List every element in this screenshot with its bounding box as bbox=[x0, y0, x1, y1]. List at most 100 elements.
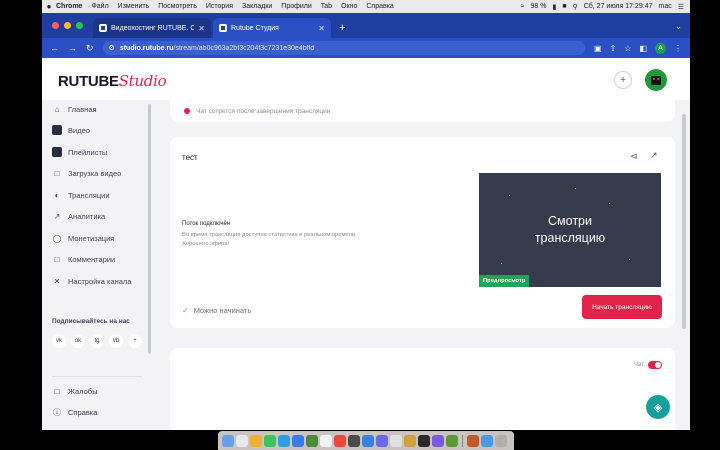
sidebar-scrollbar[interactable] bbox=[148, 104, 151, 354]
menu-bookmarks[interactable]: Закладки bbox=[242, 3, 272, 10]
sidebar-item-complaints[interactable]: □ Жалобы bbox=[52, 384, 98, 398]
dock-app-icon[interactable] bbox=[390, 434, 402, 447]
dock-app-icon[interactable] bbox=[362, 434, 374, 447]
sidebar-item-channel-settings[interactable]: ✕ Настройка канала bbox=[52, 274, 132, 288]
dock-app-icon[interactable] bbox=[446, 434, 458, 447]
sidebar-item-help[interactable]: ⓘ Справка bbox=[52, 405, 97, 419]
alert-icon bbox=[184, 108, 190, 114]
dock-app-icon[interactable] bbox=[292, 434, 304, 447]
menu-window[interactable]: Окно bbox=[341, 3, 357, 10]
vk-link[interactable]: vk bbox=[52, 334, 66, 348]
menu-view[interactable]: Посмотреть bbox=[158, 3, 197, 10]
menu-history[interactable]: История bbox=[206, 3, 233, 10]
clock-text[interactable]: Сб, 27 июля 17:29:47 bbox=[584, 3, 653, 10]
dock-app-icon[interactable] bbox=[306, 434, 318, 447]
wifi-icon[interactable]: ≈ bbox=[521, 3, 525, 10]
dock-app-icon[interactable] bbox=[348, 434, 360, 447]
dock-app-icon[interactable] bbox=[222, 434, 234, 447]
dock-app-icon[interactable] bbox=[432, 434, 444, 447]
dock-app-icon[interactable] bbox=[467, 434, 479, 447]
ok-link[interactable]: ok bbox=[71, 334, 85, 348]
dock-app-icon[interactable] bbox=[320, 434, 332, 447]
sidebar-item-playlists[interactable]: Плейлисты bbox=[52, 145, 107, 159]
dock-app-icon[interactable] bbox=[376, 434, 388, 447]
noise-speck bbox=[509, 195, 510, 196]
creeper-face-icon bbox=[651, 76, 661, 85]
rutube-favicon-icon bbox=[219, 24, 227, 32]
dock-app-icon[interactable] bbox=[250, 434, 262, 447]
sidebar-item-label: Видео bbox=[68, 125, 90, 135]
user-avatar[interactable] bbox=[645, 69, 667, 91]
dock-app-icon[interactable] bbox=[334, 434, 346, 447]
menu-help[interactable]: Справка bbox=[366, 3, 393, 10]
noise-speck bbox=[629, 259, 630, 260]
stream-title: тест bbox=[182, 153, 198, 162]
translate-icon[interactable]: ▣ bbox=[594, 44, 602, 53]
zoom-window-button[interactable] bbox=[76, 22, 83, 29]
more-menu-icon[interactable]: ⋮ bbox=[674, 44, 682, 53]
dock-app-icon[interactable] bbox=[236, 434, 248, 447]
dock-app-icon[interactable] bbox=[264, 434, 276, 447]
apple-icon[interactable]: ● bbox=[42, 2, 56, 11]
back-icon[interactable]: ← bbox=[50, 43, 59, 53]
tab-search-icon[interactable]: ⌄ bbox=[675, 22, 690, 38]
minimize-window-button[interactable] bbox=[64, 22, 71, 29]
sidebar-item-monetization[interactable]: ◯ Монетизация bbox=[52, 231, 115, 245]
home-icon: ⌂ bbox=[54, 104, 60, 114]
menubar-status: ≈ 98 % ▮ ■ ⚲ Сб, 27 июля 17:29:47 mac ☰ bbox=[521, 3, 690, 11]
broadcast-icon: ◐ bbox=[54, 190, 60, 200]
sidebar-item-analytics[interactable]: ↗ Аналитика bbox=[52, 209, 105, 223]
more-social-link[interactable]: + bbox=[128, 334, 142, 348]
sidebar-item-comments[interactable]: □ Комментарии bbox=[52, 252, 116, 266]
open-external-icon[interactable]: ↗ bbox=[650, 150, 658, 161]
menu-edit[interactable]: Изменить bbox=[118, 3, 150, 10]
flag-icon[interactable]: ■ bbox=[562, 3, 566, 10]
chat-toggle[interactable] bbox=[648, 361, 662, 369]
viber-link[interactable]: vb bbox=[109, 334, 123, 348]
sidebar-item-video[interactable]: Видео bbox=[52, 123, 90, 137]
site-info-icon[interactable]: ⚙ bbox=[109, 44, 115, 52]
sidebar-item-home[interactable]: ⌂ Главная bbox=[52, 102, 97, 116]
user-name[interactable]: mac bbox=[658, 3, 671, 10]
dock-app-icon[interactable] bbox=[481, 434, 493, 447]
profile-avatar[interactable]: A bbox=[655, 42, 666, 54]
menu-tab[interactable]: Tab bbox=[321, 3, 332, 10]
menu-file[interactable]: Файл bbox=[91, 3, 108, 10]
share-icon[interactable]: ⇧ bbox=[610, 44, 617, 53]
create-button[interactable]: + bbox=[614, 71, 632, 89]
page-scrollbar[interactable] bbox=[682, 114, 686, 329]
dock-app-icon[interactable] bbox=[495, 434, 507, 447]
telegram-link[interactable]: tg bbox=[90, 334, 104, 348]
battery-text[interactable]: 98 % bbox=[531, 3, 547, 10]
url-host: studio.rutube.ru bbox=[119, 44, 174, 52]
menu-chrome[interactable]: Chrome bbox=[56, 3, 82, 10]
rutube-studio-logo[interactable]: RUTUBEStudio bbox=[58, 72, 167, 90]
stream-card: тест ⊲ ↗ Поток подключён Во время трансл… bbox=[170, 137, 675, 328]
reload-icon[interactable]: ↻ bbox=[86, 43, 94, 54]
search-icon[interactable]: ⚲ bbox=[573, 3, 578, 11]
dock-app-icon[interactable] bbox=[418, 434, 430, 447]
stream-preview[interactable]: Смотри трансляцию Предпросмотр bbox=[479, 173, 661, 287]
new-tab-button[interactable]: + bbox=[333, 22, 345, 38]
close-tab-icon[interactable]: ✕ bbox=[198, 24, 205, 33]
control-center-icon[interactable]: ☰ bbox=[678, 3, 684, 11]
sidebar-item-broadcasts[interactable]: ◐ Трансляции bbox=[52, 188, 110, 202]
support-button[interactable]: ◈ bbox=[646, 395, 670, 419]
noise-speck bbox=[501, 263, 502, 264]
forward-icon[interactable]: → bbox=[68, 43, 77, 53]
ready-label: Можно начинать bbox=[193, 306, 252, 315]
close-tab-icon[interactable]: ✕ bbox=[318, 24, 325, 33]
menu-profiles[interactable]: Профили bbox=[281, 3, 311, 10]
address-bar[interactable]: ⚙ studio.rutube.ru/stream/ab0c963a2bf3c2… bbox=[102, 41, 585, 55]
dock-app-icon[interactable] bbox=[278, 434, 290, 447]
sidebar-panel-icon[interactable]: ◧ bbox=[639, 44, 647, 53]
close-window-button[interactable] bbox=[52, 22, 59, 29]
tab-rutube-studio[interactable]: Rutube Студия ✕ bbox=[213, 18, 331, 38]
share-icon[interactable]: ⊲ bbox=[630, 151, 638, 162]
noise-speck bbox=[575, 188, 576, 189]
bookmark-star-icon[interactable]: ☆ bbox=[624, 44, 631, 53]
sidebar-item-upload[interactable]: □ Загрузка видео bbox=[52, 166, 122, 180]
start-stream-button[interactable]: Начать трансляцию bbox=[582, 295, 662, 319]
tab-rutube-video[interactable]: Видеохостинг RUTUBE. Смот ✕ bbox=[93, 18, 211, 38]
dock-app-icon[interactable] bbox=[404, 434, 416, 447]
